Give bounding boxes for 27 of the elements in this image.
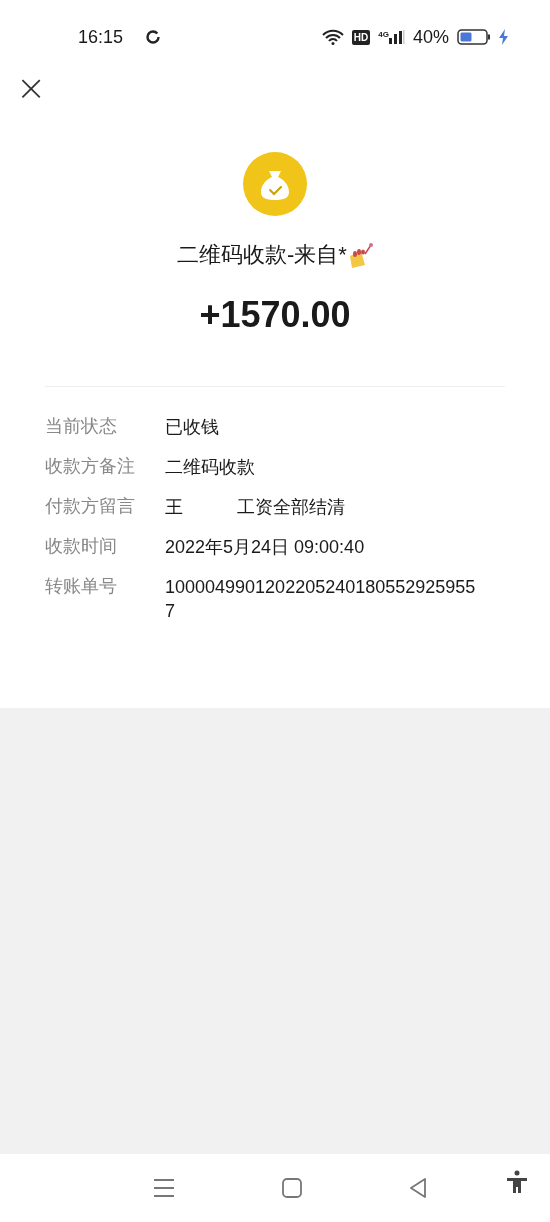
home-square-icon[interactable] <box>282 1178 302 1198</box>
amount: +1570.00 <box>199 294 351 336</box>
detail-label: 当前状态 <box>45 415 118 437</box>
detail-value: 10000499012022052401805529259557 <box>165 576 477 623</box>
back-triangle-icon[interactable] <box>408 1178 427 1198</box>
detail-value: 王 工资全部结清 <box>165 496 346 519</box>
ring-icon <box>145 29 162 45</box>
charging-bolt-icon <box>499 29 508 45</box>
detail-label: 收款时间 <box>45 535 118 557</box>
hd-badge: HD <box>351 29 371 45</box>
detail-value: 2022年5月24日 09:00:40 <box>165 536 366 559</box>
money-bag-icon <box>243 152 307 216</box>
wifi-icon <box>321 29 344 45</box>
status-time: 16:15 <box>78 26 124 48</box>
detail-label: 转账单号 <box>45 575 118 597</box>
battery-percent: 40% <box>412 26 449 48</box>
detail-value: 已收钱 <box>165 416 220 439</box>
signal-icon <box>388 30 405 44</box>
person-icon[interactable] <box>506 1170 528 1194</box>
detail-label: 收款方备注 <box>45 455 136 477</box>
menu-icon[interactable] <box>153 1178 176 1198</box>
detail-value: 二维码收款 <box>165 456 256 479</box>
close-button[interactable]: × <box>16 74 47 102</box>
detail-label: 付款方留言 <box>45 495 136 517</box>
payment-title: 二维码收款-来自* <box>177 241 347 269</box>
network-type: 4G <box>378 30 389 39</box>
battery-icon <box>457 29 491 45</box>
